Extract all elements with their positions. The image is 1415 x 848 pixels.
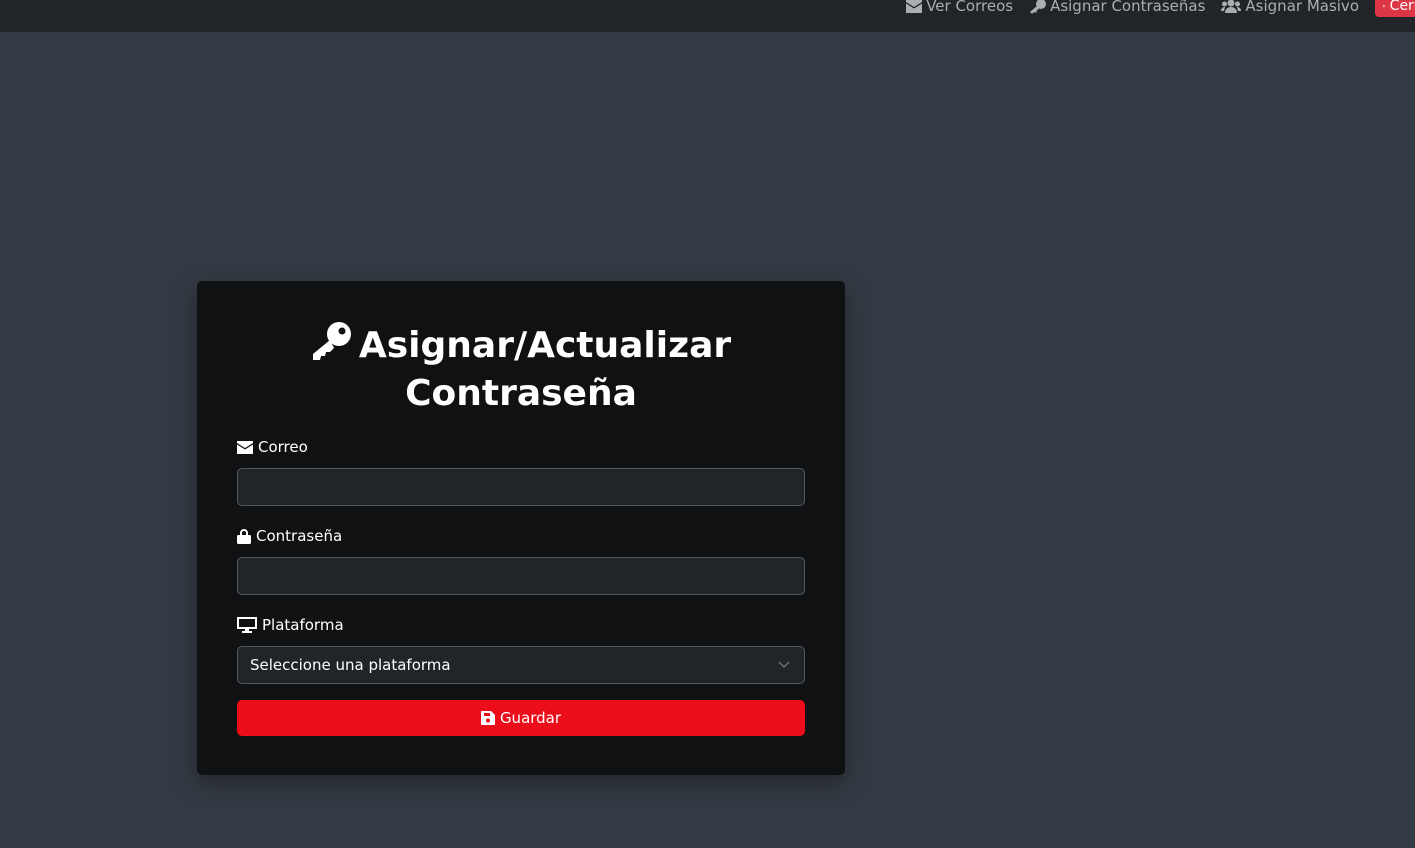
desktop-icon: [237, 617, 257, 633]
nav-link-asignar-contrasenas[interactable]: Asignar Contraseñas: [1029, 0, 1205, 15]
password-form-card: Asignar/Actualizar Contraseña Correo Con…: [197, 281, 845, 775]
envelope-icon: [237, 440, 253, 454]
platform-label: Plataforma: [237, 615, 805, 635]
navbar-links: Ver Correos Asignar Contraseñas Asignar …: [906, 0, 1415, 19]
email-label-text: Correo: [258, 438, 308, 456]
users-icon: [1221, 0, 1242, 13]
lock-icon: [237, 529, 251, 544]
password-label: Contraseña: [237, 526, 805, 546]
logout-label: Cerrar S: [1389, 0, 1415, 14]
platform-selected-value: Seleccione una plataforma: [250, 656, 451, 674]
sign-out-icon: [1383, 4, 1386, 8]
title-line-2: Contraseña: [405, 373, 637, 414]
platform-label-text: Plataforma: [262, 616, 344, 634]
platform-select[interactable]: Seleccione una plataforma: [237, 646, 805, 684]
email-field[interactable]: [237, 468, 805, 506]
page-title: Asignar/Actualizar Contraseña: [237, 321, 805, 417]
save-button[interactable]: Guardar: [237, 700, 805, 736]
nav-link-label: Asignar Masivo: [1245, 0, 1359, 15]
key-icon: [312, 322, 351, 360]
save-icon: [480, 711, 495, 725]
chevron-down-icon: [778, 661, 790, 669]
top-navbar: Ver Correos Asignar Contraseñas Asignar …: [0, 0, 1415, 32]
password-field[interactable]: [237, 557, 805, 595]
email-label: Correo: [237, 437, 805, 457]
key-icon: [1030, 0, 1047, 14]
nav-link-asignar-masivo[interactable]: Asignar Masivo: [1221, 0, 1359, 15]
nav-link-label: Asignar Contraseñas: [1050, 0, 1206, 15]
envelope-icon: [906, 0, 923, 13]
nav-link-label: Ver Correos: [926, 0, 1014, 15]
nav-link-ver-correos[interactable]: Ver Correos: [906, 0, 1013, 15]
password-label-text: Contraseña: [256, 527, 343, 545]
save-button-label: Guardar: [499, 709, 562, 727]
logout-button[interactable]: Cerrar S: [1375, 0, 1415, 17]
title-line-1: Asignar/Actualizar: [358, 325, 732, 366]
